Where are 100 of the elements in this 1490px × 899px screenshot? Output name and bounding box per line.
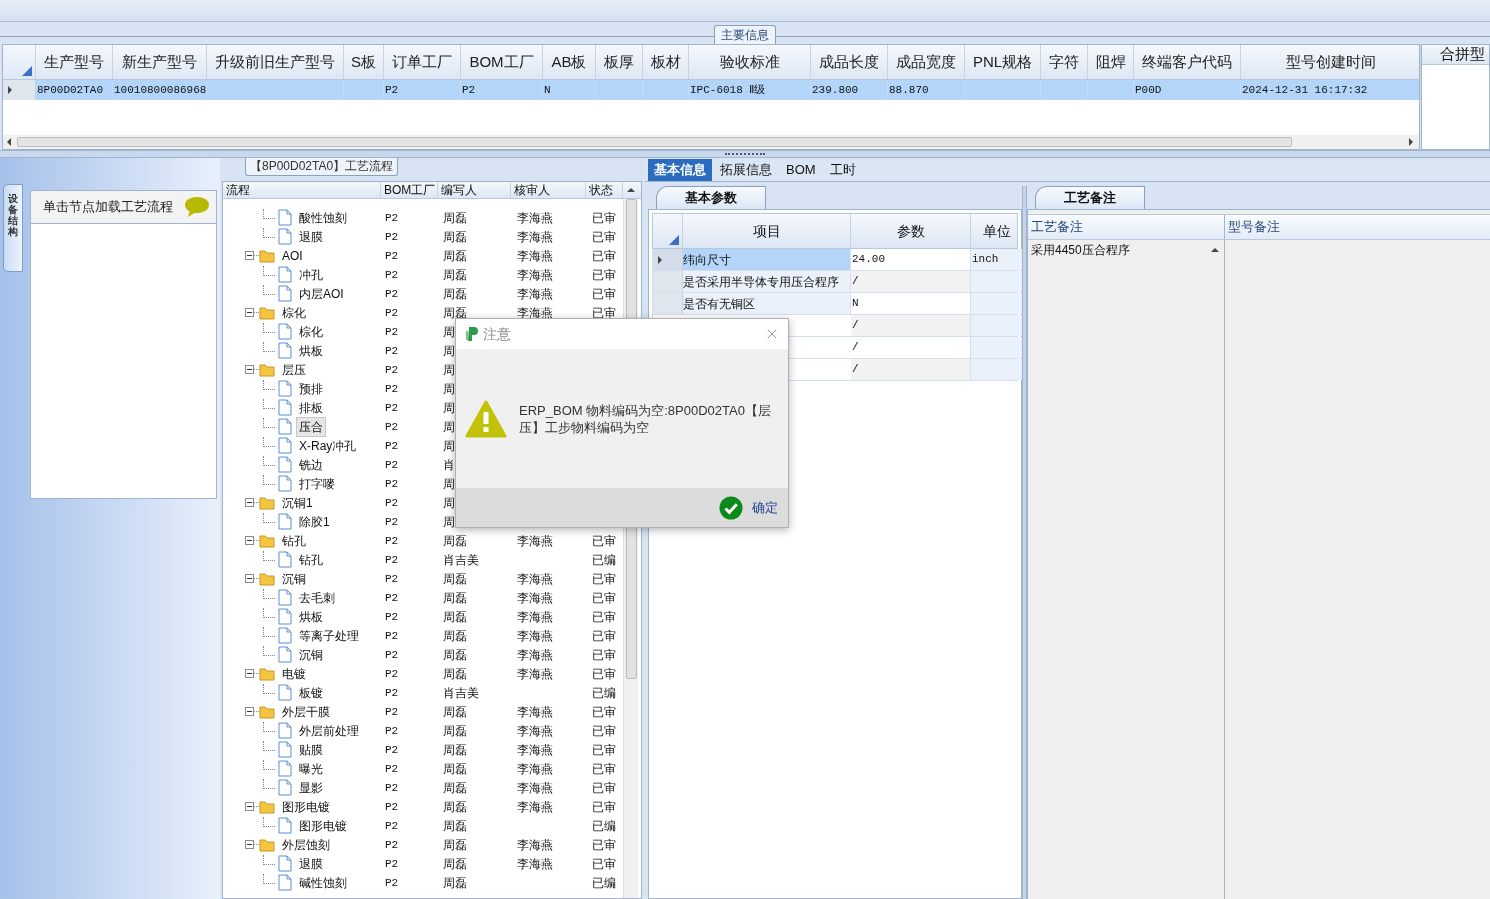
tree-cell: 周磊 [443,856,467,871]
tree-cell: 李海燕 [517,533,553,548]
tree-cell: 李海燕 [517,248,553,263]
tree-cell: 周 [443,381,455,396]
tree-cell: 周磊 [443,286,467,301]
tree-cell: P2 [385,535,399,548]
tree-cell: P2 [385,288,399,301]
tree-cell: P2 [385,364,399,377]
param-name: 是否采用半导体专用压合程序 [683,271,851,292]
group-title: 主要信息 [714,25,776,44]
tree-cell: 周磊 [443,723,467,738]
tree-cell: 周 [443,514,455,529]
tree-cell: 周 [443,438,455,453]
tree-cell: 周 [443,343,455,358]
tree-cell: 李海燕 [517,780,553,795]
tree-cell: 已审 [592,799,616,814]
tree-cell: 已审 [592,704,616,719]
tree-cell: 已编 [592,552,616,567]
column-header: 型号备注 [1228,218,1280,237]
tree-cell: 李海燕 [517,647,553,662]
tree-cell: P2 [385,478,399,491]
tree-cell: 周磊 [443,267,467,282]
tree-cell: 已审 [592,628,616,643]
tree-cell: 周 [443,495,455,510]
tree-cell: 已审 [592,742,616,757]
tree-cell: 周磊 [443,837,467,852]
tree-cell: P2 [385,421,399,434]
tree-cell: 已编 [592,685,616,700]
tree-cell: P2 [385,877,399,890]
tree-cell: 周磊 [443,210,467,225]
tree-cell: 周磊 [443,875,467,890]
tree-cell: P2 [385,782,399,795]
tree-cell: 李海燕 [517,761,553,776]
column-header: 工艺备注 [1031,218,1083,237]
tree-cell: 李海燕 [517,609,553,624]
table-cell-text: N [544,82,551,98]
tree-cell: 周磊 [443,628,467,643]
tree-cell: 李海燕 [517,666,553,681]
tree-cell: 周磊 [443,704,467,719]
tree-cell: P2 [385,212,399,225]
tree-cell: 周 [443,362,455,377]
tree-cell: P2 [385,459,399,472]
tree-cell: 已审 [592,837,616,852]
tree-cell: 已审 [592,571,616,586]
table-cell-text: IPC-6018 Ⅱ级 [690,82,766,98]
tree-cell: 李海燕 [517,723,553,738]
table-cell-text: P2 [385,82,399,98]
tree-cell: P2 [385,516,399,529]
table-cell-text: P00D [1135,82,1162,98]
tree-cell: 周磊 [443,647,467,662]
tree-cell: 李海燕 [517,590,553,605]
table-cell-text: 88.870 [889,82,929,98]
tree-cell: 已审 [592,229,616,244]
tree-cell: P2 [385,687,399,700]
tree-cell: P2 [385,269,399,282]
tree-cell: 李海燕 [517,837,553,852]
tree-cell: P2 [385,497,399,510]
tree-cell: 已审 [592,647,616,662]
tree-cell: 已审 [592,856,616,871]
dialog-message: ERP_BOM 物料编码为空:8P00D02TA0【层压】工步物料编码为空 [519,401,772,436]
table-cell-text: 10010800086968 [114,82,206,98]
tree-cell: 周 [443,324,455,339]
tree-cell: P2 [385,402,399,415]
tree-cell: P2 [385,630,399,643]
tree-cell: 肖 [443,457,455,472]
panel-title: 【8P00D02TA0】工艺流程 [245,158,399,176]
tree-cell: 李海燕 [517,267,553,282]
tree-cell: 已审 [592,609,616,624]
tree-cell: 周磊 [443,761,467,776]
tree-cell: 李海燕 [517,856,553,871]
table-cell-text: P2 [462,82,476,98]
tree-cell: 周磊 [443,305,467,320]
tree-cell: 李海燕 [517,799,553,814]
tree-cell: P2 [385,383,399,396]
tree-cell: P2 [385,801,399,814]
tree-cell: 已编 [592,818,616,833]
tree-cell: P2 [385,649,399,662]
tree-cell: 已审 [592,305,616,320]
tree-cell: P2 [385,611,399,624]
tree-cell: 肖吉美 [443,552,479,567]
tree-cell: 周磊 [443,609,467,624]
tree-cell: 已审 [592,286,616,301]
tree-cell: P2 [385,345,399,358]
tree-cell: 已审 [592,248,616,263]
tree-cell: 李海燕 [517,229,553,244]
table-cell-text: 8P00D02TA0 [37,82,103,98]
param-name: 是否有无铜区 [683,293,851,314]
tree-cell: 周磊 [443,571,467,586]
param-unit: inch [971,249,1023,270]
tree-cell: 已审 [592,210,616,225]
tree-cell: P2 [385,326,399,339]
dialog-title: 注意 [483,324,511,344]
tree-cell: P2 [385,554,399,567]
tree-cell: 已审 [592,780,616,795]
tree-cell: 李海燕 [517,628,553,643]
tree-cell: P2 [385,440,399,453]
tree-cell: 李海燕 [517,704,553,719]
tree-cell: 已审 [592,533,616,548]
tree-cell: 周磊 [443,780,467,795]
note-text: 采用4450压合程序 [1031,242,1130,259]
